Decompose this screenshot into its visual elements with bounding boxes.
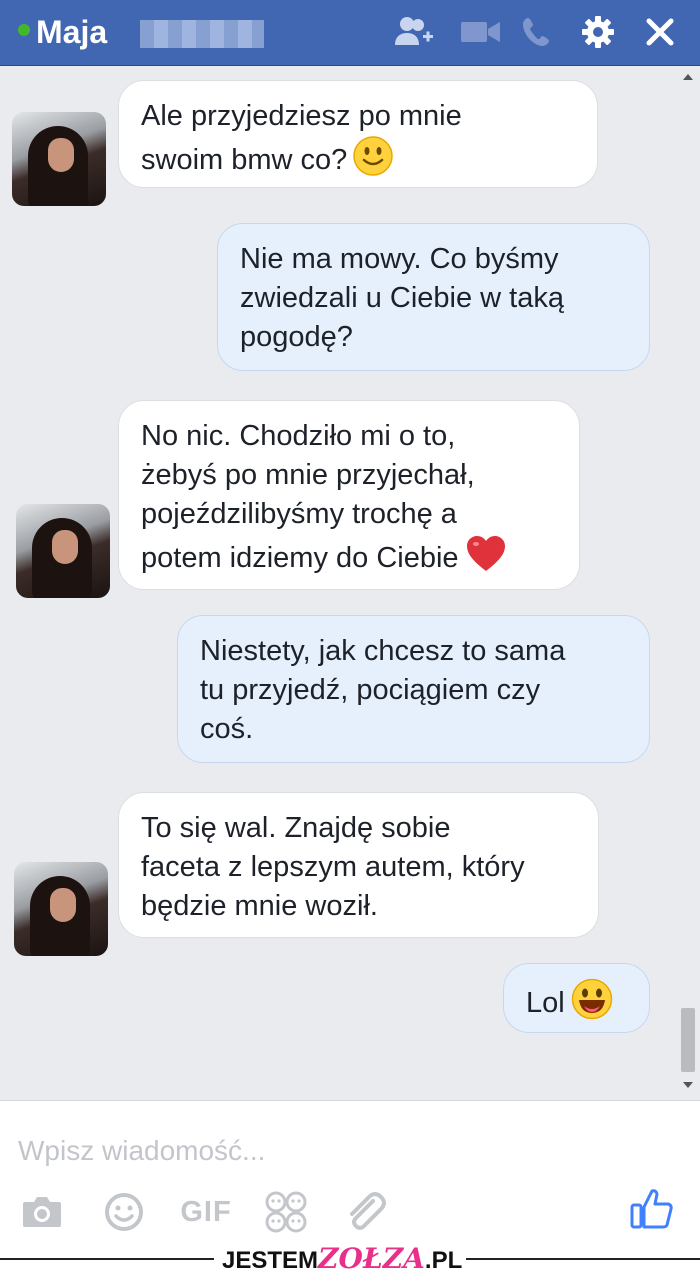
smile-emoji-icon (353, 136, 394, 187)
chat-header: Maja (0, 0, 700, 66)
message-line: zwiedzali u Ciebie w taką (240, 282, 564, 314)
outgoing-message: Niestety, jak chcesz to sama tu przyjedź… (177, 615, 650, 763)
online-status-dot (18, 24, 30, 36)
message-line: To się wal. Znajdę sobie (141, 812, 451, 844)
message-input[interactable] (18, 1131, 618, 1171)
message-line: No nic. Chodziło mi o to, (141, 420, 456, 452)
grin-emoji-icon (571, 978, 613, 1031)
phone-icon[interactable] (520, 14, 554, 50)
incoming-message: To się wal. Znajdę sobie faceta z lepszy… (118, 792, 599, 938)
gif-label: GIF (180, 1195, 232, 1228)
contact-name[interactable]: Maja (36, 12, 107, 52)
gif-icon[interactable]: GIF (180, 1189, 232, 1235)
message-list[interactable]: Ale przyjedziesz po mnie swoim bmw co? N… (0, 66, 700, 1100)
close-icon[interactable] (644, 14, 676, 50)
watermark-footer: JESTEMZOŁZA.PL (0, 1243, 700, 1283)
message-line: będzie mnie woził. (141, 890, 378, 922)
camera-icon[interactable] (20, 1189, 64, 1235)
message-line: swoim bmw co? (141, 144, 348, 177)
message-line: żebyś po mnie przyjechał, (141, 459, 475, 491)
outgoing-message: Nie ma mowy. Co byśmy zwiedzali u Ciebie… (217, 223, 650, 371)
avatar[interactable] (14, 862, 108, 956)
composer: GIF (0, 1100, 700, 1255)
redacted-surname (140, 20, 264, 48)
message-line: Niestety, jak chcesz to sama (200, 635, 566, 667)
video-call-icon[interactable] (460, 14, 502, 50)
watermark-logo: JESTEMZOŁZA.PL (222, 1242, 463, 1275)
avatar[interactable] (16, 504, 110, 598)
message-line: coś. (200, 713, 254, 745)
message-line: Ale przyjedziesz po mnie (141, 100, 462, 132)
avatar[interactable] (12, 112, 106, 206)
add-friend-icon[interactable] (394, 14, 434, 50)
emoji-icon[interactable] (102, 1189, 146, 1235)
scroll-up-arrow-icon[interactable] (683, 74, 693, 80)
heart-emoji-icon (465, 534, 507, 585)
gear-icon[interactable] (580, 14, 616, 50)
like-icon[interactable] (628, 1185, 676, 1231)
attachment-icon[interactable] (342, 1189, 390, 1235)
message-line: pogodę? (240, 321, 353, 353)
scroll-thumb[interactable] (681, 1008, 695, 1072)
message-line: Lol (526, 987, 565, 1020)
sticker-icon[interactable] (262, 1189, 310, 1235)
outgoing-message: Lol (503, 963, 650, 1033)
message-line: tu przyjedź, pociągiem czy (200, 674, 541, 706)
message-line: potem idziemy do Ciebie (141, 542, 459, 575)
message-line: pojeździlibyśmy trochę a (141, 498, 457, 530)
incoming-message: Ale przyjedziesz po mnie swoim bmw co? (118, 80, 598, 188)
scroll-down-arrow-icon[interactable] (683, 1082, 693, 1088)
message-line: Nie ma mowy. Co byśmy (240, 243, 559, 275)
scrollbar[interactable] (678, 66, 700, 1100)
message-line: faceta z lepszym autem, który (141, 851, 525, 883)
incoming-message: No nic. Chodziło mi o to, żebyś po mnie … (118, 400, 580, 590)
